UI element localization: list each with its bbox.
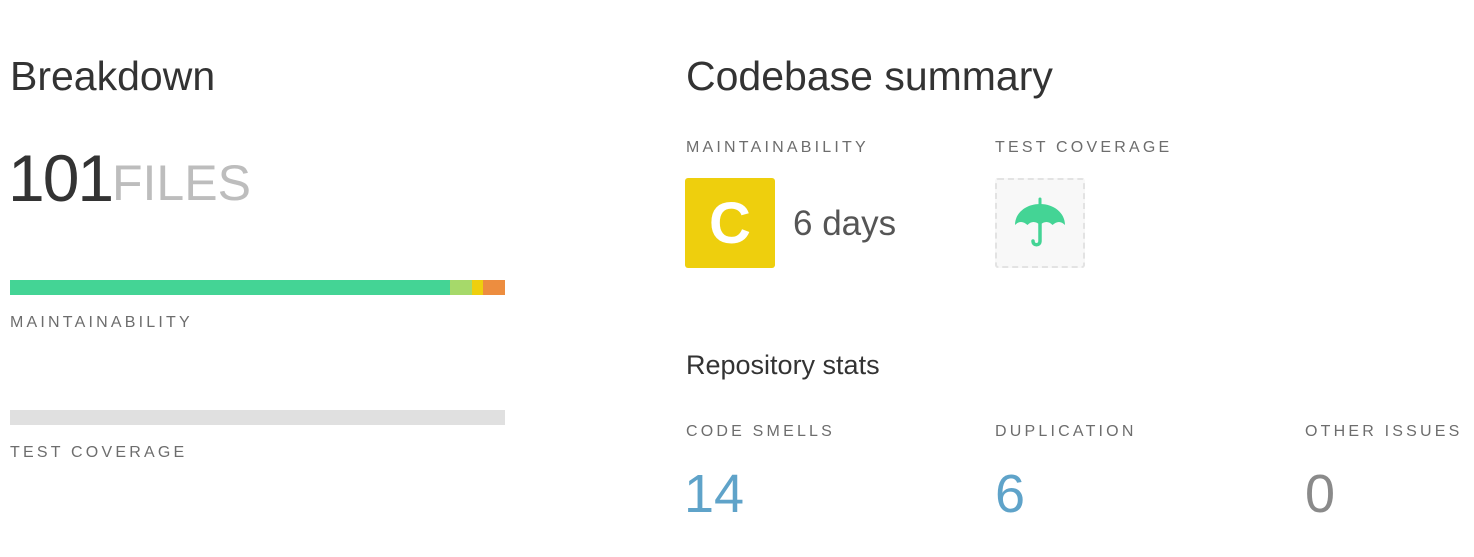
summary-title: Codebase summary [686, 53, 1053, 99]
test-coverage-bar-label: TEST COVERAGE [10, 444, 188, 461]
test-coverage-placeholder[interactable] [995, 178, 1085, 268]
breakdown-title: Breakdown [10, 53, 216, 99]
test-coverage-label: TEST COVERAGE [995, 139, 1173, 156]
maintainability-bar-label: MAINTAINABILITY [10, 314, 193, 331]
code-smells-label: CODE SMELLS [686, 423, 836, 440]
repository-stats-title: Repository stats [686, 350, 880, 380]
maintainability-grade-badge[interactable]: C [685, 178, 775, 268]
maintainability-segment-c[interactable] [471, 280, 483, 295]
files-count: 101 [8, 141, 114, 215]
maintainability-label: MAINTAINABILITY [686, 139, 869, 156]
maintainability-segment-a[interactable] [10, 280, 451, 295]
code-smells-count-link[interactable]: 14 [684, 462, 744, 526]
maintainability-segment-b[interactable] [450, 280, 472, 295]
umbrella-icon [1015, 197, 1065, 247]
other-issues-label: OTHER ISSUES [1305, 423, 1463, 440]
other-issues-count: 0 [1305, 464, 1336, 524]
files-label: FILES [112, 155, 251, 211]
duplication-count-link[interactable]: 6 [995, 462, 1025, 526]
duplication-label: DUPLICATION [995, 423, 1137, 440]
technical-debt-time[interactable]: 6 days [793, 202, 896, 246]
test-coverage-bar [10, 410, 505, 425]
grade-letter: C [709, 190, 751, 256]
maintainability-distribution-bar[interactable] [10, 280, 505, 295]
maintainability-segment-d[interactable] [482, 280, 505, 295]
